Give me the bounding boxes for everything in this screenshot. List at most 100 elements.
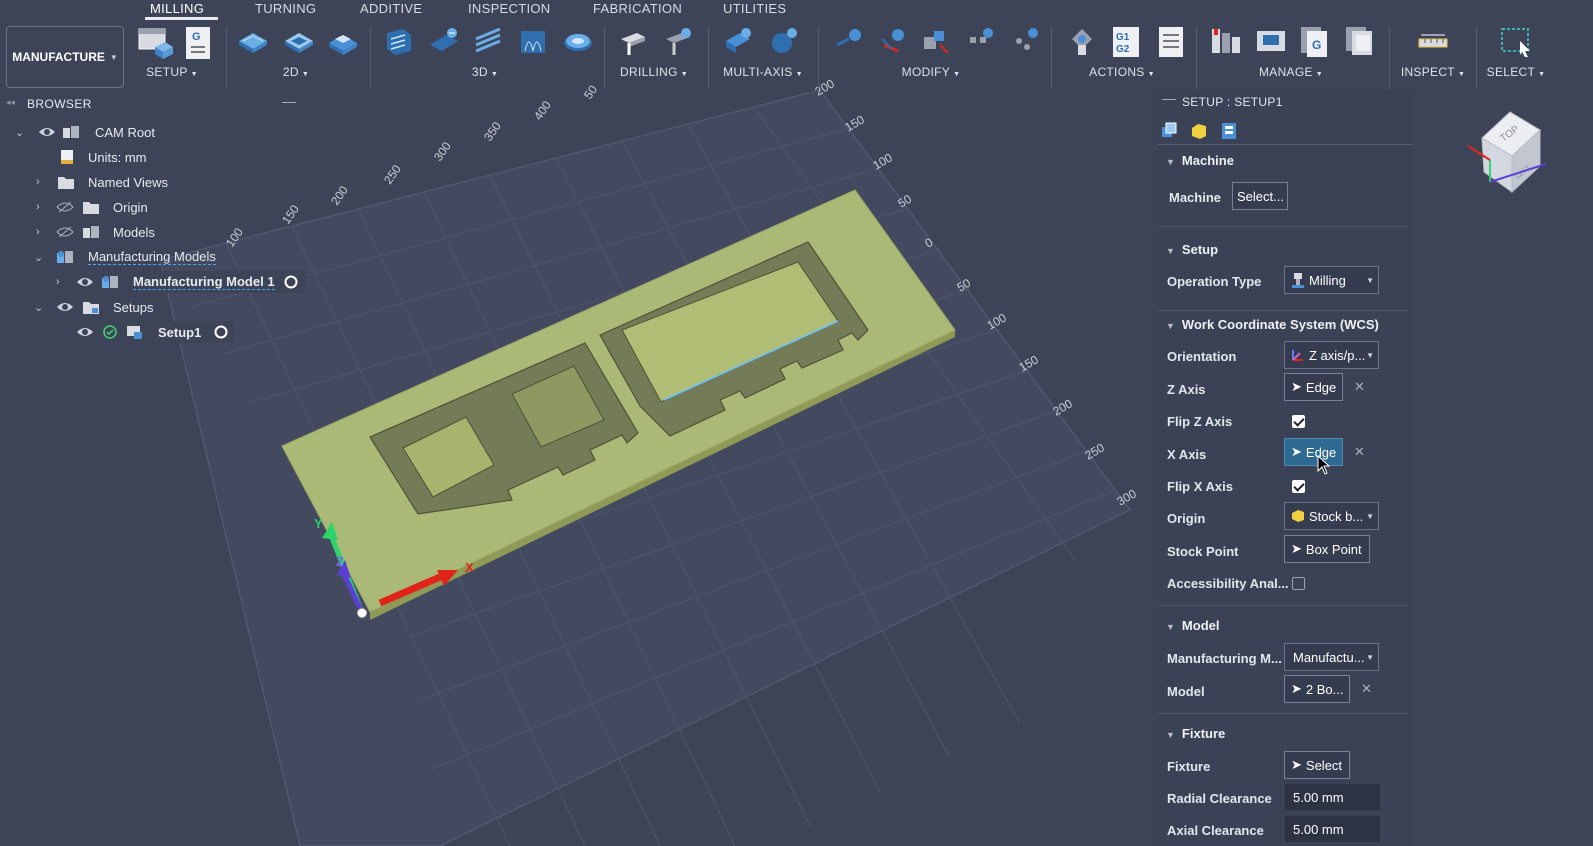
fixture-select-button[interactable]: ➤ Select — [1284, 751, 1350, 779]
chevron-right-icon[interactable]: › — [56, 276, 60, 288]
flip-z-axis-checkbox[interactable] — [1292, 415, 1305, 428]
section-wcs[interactable]: ▼ Work Coordinate System (WCS) — [1166, 317, 1379, 332]
2d-adaptive-icon[interactable] — [237, 25, 269, 57]
modify-pattern-icon[interactable] — [966, 25, 998, 57]
tab-additive[interactable]: ADDITIVE — [360, 1, 422, 16]
chevron-right-icon[interactable]: › — [36, 176, 40, 188]
post-library-icon[interactable]: G — [1299, 25, 1331, 57]
2d-pocket-icon[interactable] — [283, 25, 315, 57]
simulate-icon[interactable] — [1066, 25, 1098, 57]
axial-clearance-input[interactable]: 5.00 mm — [1284, 815, 1381, 843]
3d-steep-shallow-icon[interactable] — [472, 25, 504, 57]
chevron-down-icon[interactable]: ⌄ — [34, 301, 43, 314]
section-machine[interactable]: ▼ Machine — [1166, 153, 1234, 168]
group-drilling[interactable]: DRILLING ▼ — [620, 65, 688, 79]
clear-x-axis-icon[interactable]: ✕ — [1354, 444, 1365, 460]
drill-icon[interactable] — [617, 25, 649, 57]
model-select-button[interactable]: ➤ 2 Bo... — [1284, 675, 1350, 703]
modify-transform-icon[interactable] — [1011, 25, 1043, 57]
group-modify[interactable]: MODIFY ▼ — [902, 65, 961, 79]
tree-item-units[interactable]: Units: mm — [0, 146, 300, 168]
eye-icon[interactable] — [38, 126, 56, 138]
tab-stock-icon[interactable] — [1188, 120, 1210, 142]
accessibility-analysis-checkbox[interactable] — [1292, 577, 1305, 590]
ribbon-separator — [604, 27, 605, 89]
tree-item-manufacturing-model-1[interactable]: › Manufacturing Model 1 — [0, 271, 310, 293]
3d-radial-icon[interactable] — [562, 25, 594, 57]
orientation-dropdown[interactable]: Z axis/p... ▼ — [1284, 341, 1379, 369]
operation-type-dropdown[interactable]: Milling ▼ — [1284, 266, 1379, 294]
group-3d[interactable]: 3D ▼ — [472, 65, 498, 79]
post-process-icon[interactable]: G1G2 — [1110, 25, 1142, 57]
machine-library-icon[interactable] — [1255, 25, 1287, 57]
manufacturing-model-dropdown[interactable]: Manufactu... ▼ — [1284, 643, 1379, 671]
tab-utilities[interactable]: UTILITIES — [723, 1, 786, 16]
nc-program-icon[interactable]: G — [183, 25, 213, 61]
chevron-right-icon[interactable]: › — [36, 226, 40, 238]
tab-milling[interactable]: MILLING — [150, 1, 204, 16]
group-actions[interactable]: ACTIONS ▼ — [1089, 65, 1155, 79]
group-select[interactable]: SELECT ▼ — [1487, 65, 1546, 79]
tab-fabrication[interactable]: FABRICATION — [593, 1, 682, 16]
machine-select-button[interactable]: Select... — [1232, 182, 1288, 210]
chevron-down-icon[interactable]: ⌄ — [34, 251, 43, 264]
tree-item-named-views[interactable]: › Named Views — [0, 171, 300, 193]
minimize-icon[interactable]: — — [282, 93, 296, 109]
tree-item-origin[interactable]: › Origin — [0, 196, 300, 218]
stock-point-button[interactable]: ➤ Box Point — [1284, 535, 1370, 563]
setup-sheet-icon[interactable] — [1155, 25, 1187, 57]
activate-radio-icon[interactable] — [284, 275, 298, 289]
eye-icon[interactable] — [56, 301, 74, 313]
template-library-icon[interactable] — [1344, 25, 1376, 57]
eye-icon[interactable] — [76, 276, 94, 288]
workspace-switcher[interactable]: MANUFACTURE ▼ — [6, 26, 124, 88]
tool-library-icon[interactable] — [1210, 25, 1242, 57]
group-setup[interactable]: SETUP ▼ — [146, 65, 198, 79]
measure-icon[interactable] — [1417, 25, 1449, 57]
tab-turning[interactable]: TURNING — [255, 1, 316, 16]
tree-item-setup1[interactable]: Setup1 — [0, 321, 300, 343]
eye-hidden-icon[interactable] — [56, 201, 74, 213]
viewcube[interactable]: TOP LEFT — [1460, 100, 1560, 200]
modify-delete-icon[interactable] — [878, 25, 910, 57]
multi-axis-swarf-icon[interactable] — [722, 25, 754, 57]
z-axis-edge-button[interactable]: ➤ Edge — [1284, 373, 1343, 401]
group-manage[interactable]: MANAGE ▼ — [1259, 65, 1323, 79]
tree-item-setups[interactable]: ⌄ Setups — [0, 296, 300, 318]
new-setup-icon[interactable] — [137, 25, 173, 61]
flip-x-axis-checkbox[interactable] — [1292, 480, 1305, 493]
tab-post-process-icon[interactable] — [1218, 120, 1240, 142]
modify-duplicate-icon[interactable] — [920, 25, 952, 57]
chevron-right-icon[interactable]: › — [36, 201, 40, 213]
select-icon[interactable] — [1500, 25, 1532, 57]
3d-contour-icon[interactable] — [517, 25, 549, 57]
group-inspect[interactable]: INSPECT ▼ — [1401, 65, 1465, 79]
origin-dropdown[interactable]: Stock b... ▼ — [1284, 502, 1379, 530]
group-multi-axis[interactable]: MULTI-AXIS ▼ — [723, 65, 803, 79]
collapse-dialog-icon[interactable]: — — [1162, 90, 1176, 106]
modify-edit-icon[interactable] — [833, 25, 865, 57]
section-fixture[interactable]: ▼ Fixture — [1166, 726, 1225, 741]
section-model[interactable]: ▼ Model — [1166, 618, 1219, 633]
tree-item-models[interactable]: › Models — [0, 221, 300, 243]
3d-pocket-icon[interactable] — [428, 25, 460, 57]
3d-adaptive-icon[interactable] — [383, 25, 415, 57]
section-setup[interactable]: ▼ Setup — [1166, 242, 1218, 257]
tab-inspection[interactable]: INSPECTION — [468, 1, 550, 16]
radial-clearance-input[interactable]: 5.00 mm — [1284, 783, 1381, 811]
tree-item-cam-root[interactable]: ⌄ CAM Root — [0, 121, 300, 143]
tree-item-manufacturing-models[interactable]: ⌄ Manufacturing Models — [0, 246, 300, 268]
thread-icon[interactable] — [662, 25, 694, 57]
tab-setup-icon[interactable] — [1158, 120, 1180, 142]
group-2d[interactable]: 2D ▼ — [283, 65, 309, 79]
x-axis-edge-button[interactable]: ➤ Edge — [1284, 438, 1343, 466]
clear-z-axis-icon[interactable]: ✕ — [1354, 379, 1365, 395]
activate-radio-icon[interactable] — [214, 325, 228, 339]
2d-face-icon[interactable] — [327, 25, 359, 57]
collapse-browser-icon[interactable]: ◂◂ — [6, 97, 15, 108]
eye-icon[interactable] — [76, 326, 94, 338]
chevron-down-icon[interactable]: ⌄ — [15, 126, 24, 139]
eye-hidden-icon[interactable] — [56, 226, 74, 238]
clear-model-icon[interactable]: ✕ — [1361, 681, 1372, 697]
multi-axis-contour-icon[interactable] — [768, 25, 800, 57]
